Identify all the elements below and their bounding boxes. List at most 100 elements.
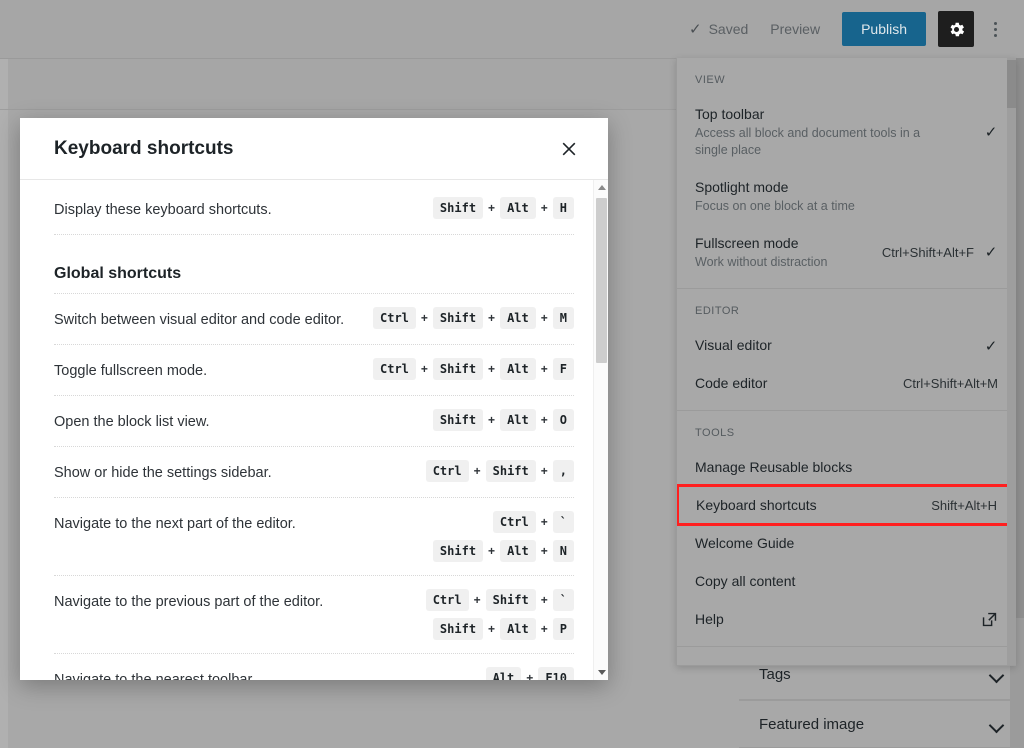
menu-item-check-icon: ✓ <box>984 337 998 355</box>
key-cap: Ctrl <box>373 307 416 329</box>
modal-scrollbar-thumb[interactable] <box>596 198 607 363</box>
menu-item-keyboard-shortcuts[interactable]: Keyboard shortcuts Shift+Alt+H <box>677 484 1016 526</box>
menu-item-preferences[interactable]: Preferences <box>677 655 1016 665</box>
menu-item-meta: ✓ <box>984 122 998 142</box>
menu-item-text: Manage Reusable blocks <box>695 457 998 477</box>
key-cap: Shift <box>485 460 536 482</box>
menu-item-fullscreen-mode[interactable]: Fullscreen mode Work without distraction C… <box>677 224 1016 280</box>
menu-item-copy-all-content[interactable]: Copy all content <box>677 562 1016 600</box>
shortcut-row: Navigate to the next part of the editor.… <box>54 498 574 576</box>
key-separator: + <box>540 593 548 607</box>
menu-item-check-icon: ✓ <box>984 123 998 141</box>
menu-item-visual-editor[interactable]: Visual editor ✓ <box>677 326 1016 364</box>
key-separator: + <box>473 464 481 478</box>
key-cap: Shift <box>432 307 484 329</box>
shortcut-section-heading: Global shortcuts <box>54 235 574 294</box>
menu-item-help[interactable]: Help <box>677 600 1016 638</box>
menu-item-title: Code editor <box>695 375 768 391</box>
key-cap: H <box>552 197 574 219</box>
key-separator: + <box>488 201 496 215</box>
key-separator: + <box>526 671 534 680</box>
key-cap: Ctrl <box>373 358 416 380</box>
menu-item-text: Help <box>695 609 981 629</box>
menu-item-title: Help <box>695 611 724 627</box>
panel-featured-image-label: Featured image <box>759 715 865 733</box>
key-combo: Alt + F10 <box>485 667 574 680</box>
secondary-divider <box>0 109 676 110</box>
scroll-up-arrow-icon[interactable] <box>594 180 608 195</box>
menu-item-spotlight-mode[interactable]: Spotlight mode Focus on one block at a ti… <box>677 168 1016 224</box>
menu-item-text: Visual editor <box>695 335 984 355</box>
key-separator: + <box>488 622 496 636</box>
menu-item-title: Top toolbar <box>695 106 765 122</box>
menu-item-description: Work without distraction <box>695 255 828 269</box>
modal-body: Display these keyboard shortcuts. Shift + A… <box>20 180 608 680</box>
more-options-button[interactable] <box>980 11 1010 47</box>
key-cap: Ctrl <box>425 460 469 482</box>
menu-item-meta: Shift+Alt+H <box>931 495 997 515</box>
menu-section: EDITOR Visual editor ✓ Code editor Ctrl+Shif… <box>677 289 1016 402</box>
settings-gear-button[interactable] <box>938 11 974 47</box>
menu-item-code-editor[interactable]: Code editor Ctrl+Shift+Alt+M <box>677 364 1016 402</box>
modal-scrollbar[interactable] <box>593 180 608 680</box>
menu-section-label: VIEW <box>695 74 726 86</box>
preview-button[interactable]: Preview <box>770 21 820 37</box>
options-dropdown-body: VIEW Top toolbar Access all block and docu… <box>677 58 1016 665</box>
chevron-down-icon <box>990 720 1004 729</box>
key-separator: + <box>420 362 428 376</box>
publish-button[interactable]: Publish <box>842 12 926 46</box>
key-cap: P <box>552 618 574 640</box>
menu-item-shortcut: Ctrl+Shift+Alt+M <box>902 376 998 391</box>
vertical-dots-icon <box>993 27 997 31</box>
saved-status: ✓ Saved <box>689 21 748 37</box>
shortcut-row: Display these keyboard shortcuts. Shift + A… <box>54 184 574 235</box>
panel-featured-image[interactable]: Featured image <box>739 700 1024 748</box>
menu-item-description: Access all block and document tools in a… <box>695 126 921 157</box>
menu-item-check-icon: ✓ <box>984 244 998 261</box>
screen: Tags Featured image ✓ Saved Preview Publ… <box>0 0 1024 748</box>
key-combo: Ctrl + ` <box>492 511 574 533</box>
menu-item-title: Welcome Guide <box>695 535 795 551</box>
shortcut-keys: Ctrl + Shift + Alt + F <box>373 358 574 380</box>
modal-header: Keyboard shortcuts <box>20 118 608 180</box>
shortcut-keys: Ctrl + Shift +, <box>425 460 574 482</box>
menu-item-manage-reusable-blocks[interactable]: Manage Reusable blocks <box>677 448 1016 486</box>
key-combo: Ctrl + Shift +, <box>425 460 574 482</box>
shortcut-list: Display these keyboard shortcuts. Shift + A… <box>54 180 574 680</box>
check-icon: ✓ <box>689 20 702 38</box>
shortcut-keys: Shift + Alt + H <box>432 197 574 219</box>
key-cap: Ctrl <box>425 589 469 611</box>
close-button[interactable] <box>552 132 586 166</box>
key-cap: Shift <box>432 197 484 219</box>
modal-title: Keyboard shortcuts <box>54 137 234 159</box>
key-cap: N <box>552 540 574 562</box>
menu-section: TOOLS Manage Reusable blocks Keyboard shor… <box>677 411 1016 638</box>
key-combo: Ctrl + Shift + Alt + F <box>373 358 574 380</box>
shortcut-row: Navigate to the nearest toolbar. Alt + F10 <box>54 654 574 680</box>
dropdown-scrollbar[interactable] <box>1007 58 1016 665</box>
key-separator: + <box>420 311 428 325</box>
menu-section: Preferences <box>677 647 1016 665</box>
key-cap: Alt <box>500 409 536 431</box>
menu-item-meta: Ctrl+Shift+Alt+M <box>903 373 998 393</box>
shortcut-row: Open the block list view. Shift + Alt + O <box>54 396 574 447</box>
key-cap: Alt <box>500 618 536 640</box>
shortcut-description: Switch between visual editor and code ed… <box>54 312 345 328</box>
shortcut-keys: Ctrl + Shift + Alt + M <box>373 307 574 329</box>
key-cap: Shift <box>432 409 484 431</box>
menu-section-label: TOOLS <box>695 427 735 439</box>
menu-item-meta: ✓ <box>984 335 998 355</box>
options-dropdown-menu: VIEW Top toolbar Access all block and docu… <box>676 58 1016 666</box>
external-link-icon <box>982 612 997 627</box>
menu-item-top-toolbar[interactable]: Top toolbar Access all block and document… <box>677 95 1016 168</box>
shortcut-description: Toggle fullscreen mode. <box>54 363 208 379</box>
menu-item-welcome-guide[interactable]: Welcome Guide <box>677 524 1016 562</box>
chevron-down-icon <box>990 670 1004 679</box>
scroll-down-arrow-icon[interactable] <box>594 665 608 680</box>
menu-item-title: Visual editor <box>695 337 772 353</box>
key-separator: + <box>540 515 548 529</box>
menu-section: VIEW Top toolbar Access all block and docu… <box>677 58 1016 280</box>
dropdown-scrollbar-thumb[interactable] <box>1007 60 1016 108</box>
key-cap: Alt <box>500 358 536 380</box>
menu-item-meta <box>981 609 998 629</box>
